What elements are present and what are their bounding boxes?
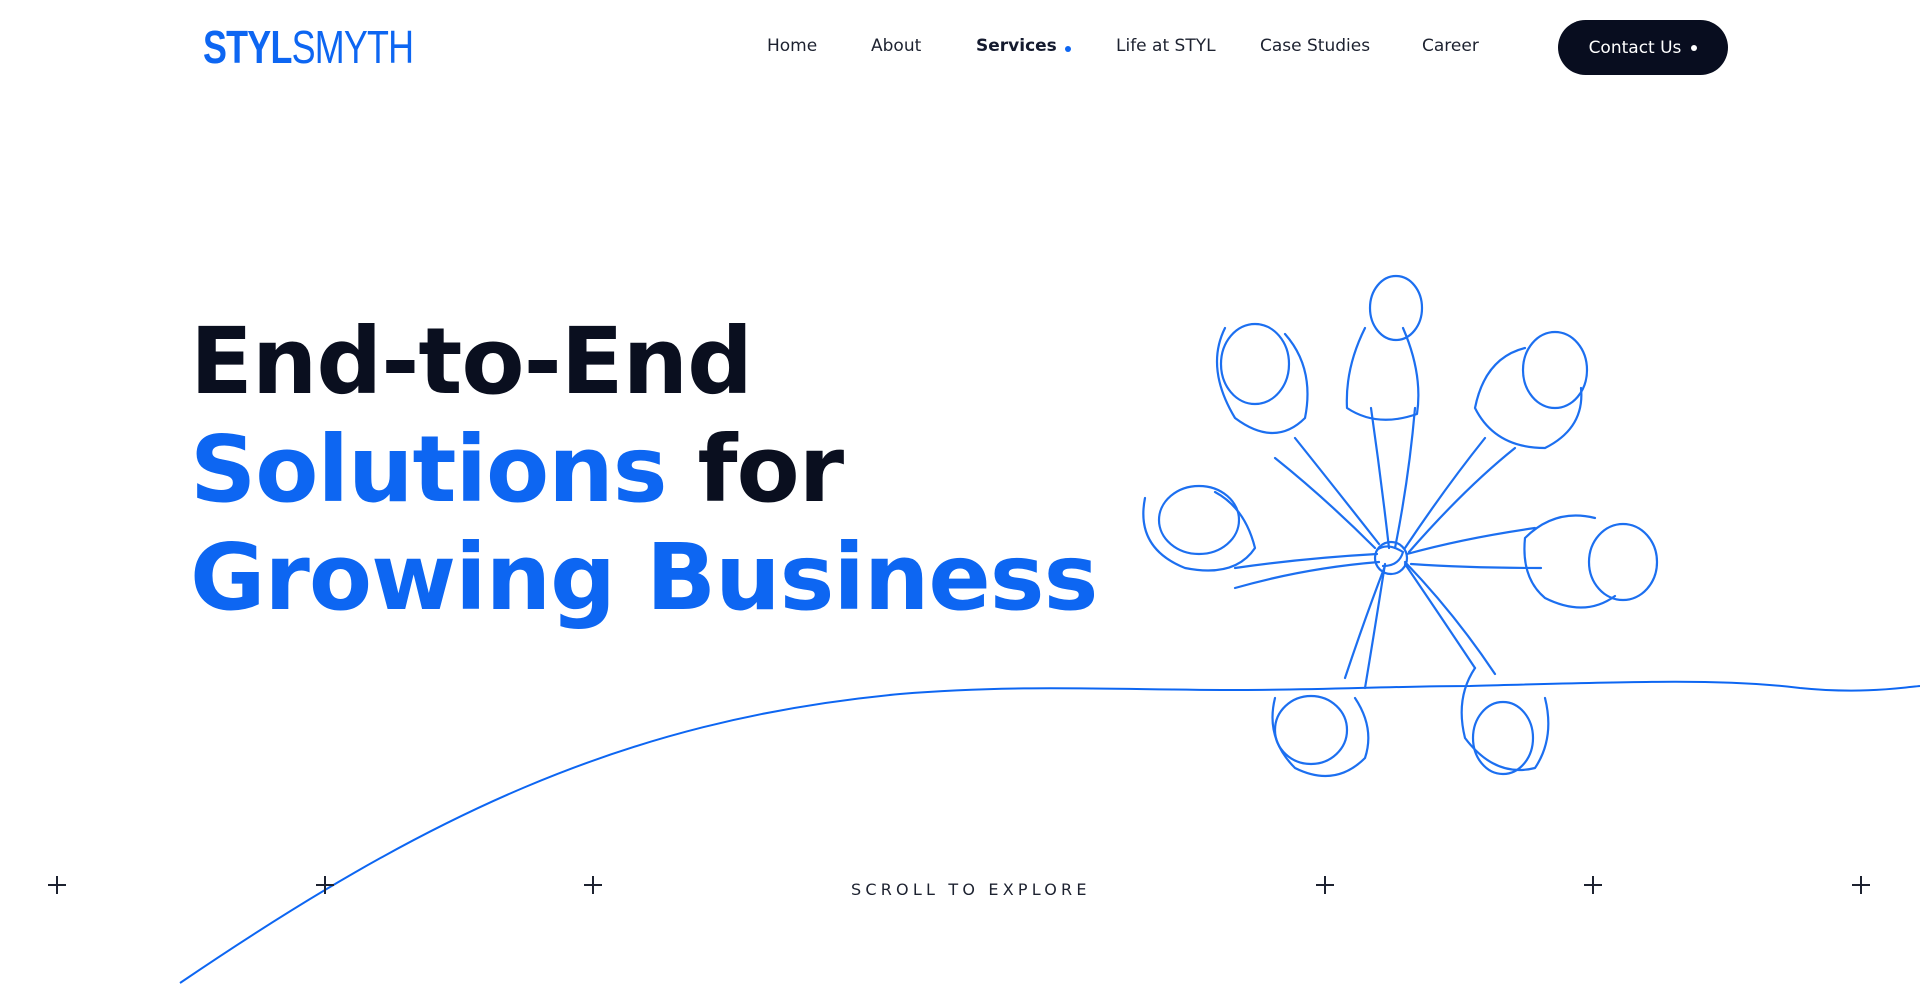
plus-icon	[1584, 876, 1602, 894]
contact-us-button[interactable]: Contact Us	[1558, 20, 1728, 75]
hero-line-3: Growing Business	[190, 524, 1098, 631]
plus-icon	[1852, 876, 1870, 894]
nav-item-about[interactable]: About	[871, 36, 921, 56]
nav-item-case-studies[interactable]: Case Studies	[1260, 36, 1370, 56]
brand-logo[interactable]: STYL SMYTH	[203, 21, 414, 73]
nav-item-services[interactable]: Services	[976, 36, 1071, 56]
nav-label: About	[871, 36, 922, 56]
nav-label: Services	[976, 36, 1057, 56]
plus-icon	[316, 876, 334, 894]
scroll-to-explore[interactable]: SCROLL TO EXPLORE	[851, 880, 1091, 899]
plus-icon	[48, 876, 66, 894]
nav-label: Case Studies	[1260, 36, 1371, 56]
nav-label: Career	[1422, 36, 1479, 56]
nav-item-life-at-styl[interactable]: Life at STYL	[1116, 36, 1216, 56]
plus-icon	[584, 876, 602, 894]
logo-part-smyth: SMYTH	[291, 21, 414, 73]
hero-highlight-solutions: Solutions	[190, 416, 667, 523]
hero-word-for: for	[697, 416, 845, 523]
plus-icon	[1316, 876, 1334, 894]
nav-item-career[interactable]: Career	[1422, 36, 1479, 56]
nav-label: Home	[767, 36, 818, 56]
active-dot-icon	[1064, 46, 1071, 52]
hero-heading: End-to-End Solutions for Growing Busines…	[190, 308, 1098, 632]
logo-part-styl: STYL	[203, 21, 292, 73]
team-huddle-illustration	[1142, 274, 1659, 778]
hero-line-1: End-to-End	[190, 308, 753, 415]
nav-item-home[interactable]: Home	[767, 36, 817, 56]
nav-label: Life at STYL	[1116, 36, 1216, 56]
page: STYL SMYTH Home About Services Life at ST…	[0, 0, 1920, 985]
dot-icon	[1691, 44, 1698, 51]
hero-line-2: Solutions for	[190, 416, 1097, 524]
contact-us-label: Contact Us	[1588, 37, 1682, 58]
